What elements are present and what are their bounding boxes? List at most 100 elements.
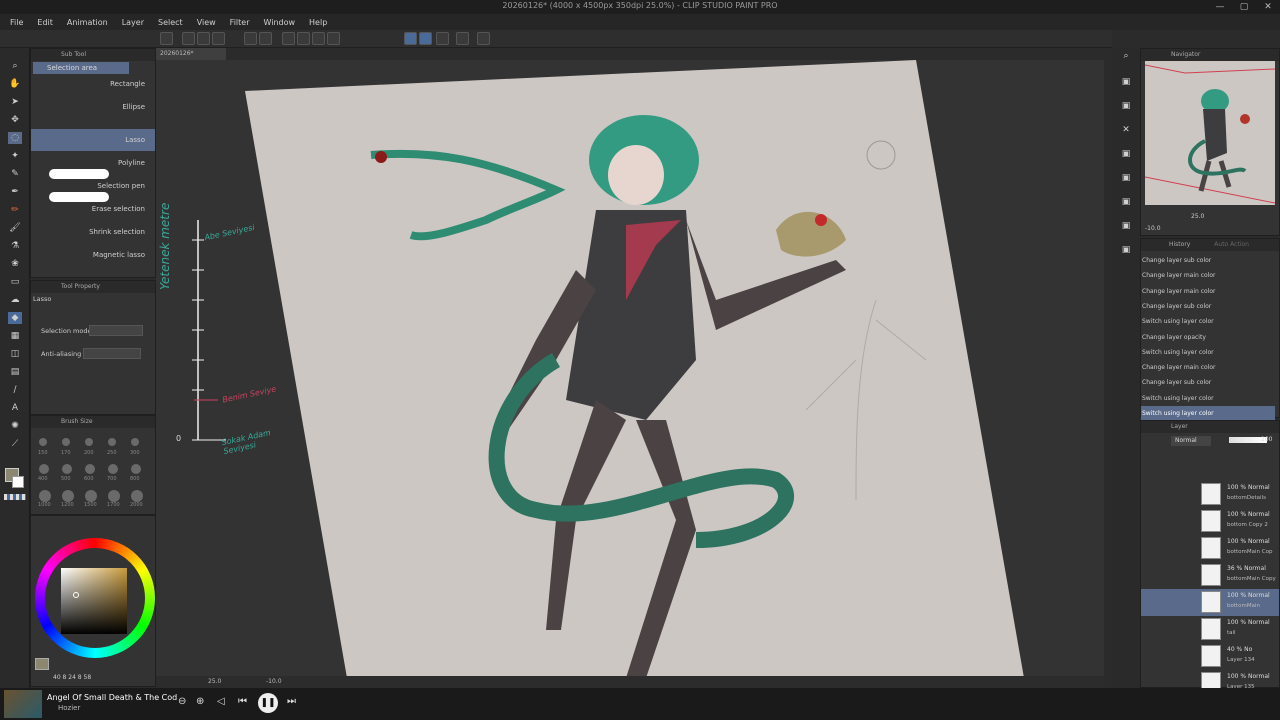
history-item[interactable]: Switch using layer color — [1141, 314, 1275, 329]
anti-aliasing-buttons[interactable] — [83, 348, 141, 359]
brush-size-preset[interactable] — [39, 438, 47, 446]
layer-row[interactable]: 40 % No Layer 134 — [1141, 643, 1279, 670]
menu-filter[interactable]: Filter — [230, 18, 250, 27]
subtool-ellipse[interactable]: Ellipse — [31, 96, 155, 118]
minus-icon[interactable]: ⊖ — [178, 696, 186, 707]
subtool-magnetic-lasso[interactable]: Magnetic lasso — [31, 244, 155, 266]
new-file-icon[interactable] — [182, 32, 195, 45]
history-item[interactable]: Switch using layer color — [1141, 345, 1275, 360]
info-icon[interactable]: ▣ — [1119, 244, 1133, 256]
text-icon[interactable]: A — [8, 402, 22, 414]
figure-icon[interactable]: ◫ — [8, 348, 22, 360]
blend-icon[interactable]: ☁ — [8, 294, 22, 306]
layer-row[interactable]: 100 % Normal bottomMain Cop — [1141, 535, 1279, 562]
layer-row[interactable]: 100 % Normal tail — [1141, 616, 1279, 643]
brush-size-preset[interactable] — [85, 438, 93, 446]
layer-row[interactable]: 100 % Normal bottomDetails — [1141, 481, 1279, 508]
eraser-icon[interactable]: ▭ — [8, 276, 22, 288]
brush-size-preset[interactable] — [39, 464, 49, 474]
brush-size-preset[interactable] — [85, 464, 95, 474]
history-item[interactable]: Switch using layer color — [1141, 406, 1275, 421]
canvas-tab[interactable]: 20260126* — [156, 48, 226, 60]
selection-mode-buttons[interactable] — [89, 325, 143, 336]
saturation-value-square[interactable] — [61, 568, 127, 634]
gradient-icon[interactable]: ▦ — [8, 330, 22, 342]
layer-name[interactable]: Layer 134 — [1227, 657, 1255, 663]
layer-name[interactable]: tail — [1227, 630, 1236, 636]
history-item[interactable]: Change layer main color — [1141, 284, 1275, 299]
menu-select[interactable]: Select — [158, 18, 183, 27]
history-item[interactable]: Change layer sub color — [1141, 253, 1275, 268]
pencil-icon[interactable]: ✏ — [8, 204, 22, 216]
rewind-icon[interactable]: ◁ — [217, 696, 225, 707]
layer-row[interactable]: 36 % Normal bottomMain Copy — [1141, 562, 1279, 589]
brush-size-preset[interactable] — [85, 490, 97, 502]
menu-layer[interactable]: Layer — [122, 18, 144, 27]
layer-row[interactable]: 100 % Normal bottomMain — [1141, 589, 1279, 616]
layer-name[interactable]: bottomMain — [1227, 603, 1260, 609]
settings-icon[interactable] — [456, 32, 469, 45]
close-panel-icon[interactable]: ✕ — [1119, 124, 1133, 136]
fill-icon[interactable] — [312, 32, 325, 45]
brush-size-preset[interactable] — [108, 490, 120, 502]
frame-border-icon[interactable]: ▤ — [8, 366, 22, 378]
operation-icon[interactable]: ➤ — [8, 96, 22, 108]
brush-size-preset[interactable] — [62, 464, 72, 474]
airbrush-icon[interactable]: ⚗ — [8, 240, 22, 252]
minimize-button[interactable]: — — [1208, 0, 1232, 14]
balloon-icon[interactable]: ✺ — [8, 420, 22, 432]
history-item[interactable]: Switch using layer color — [1141, 391, 1275, 406]
blend-mode-select[interactable]: Normal — [1171, 436, 1211, 446]
transform-icon[interactable] — [327, 32, 340, 45]
snap-grid-icon[interactable] — [436, 32, 449, 45]
open-file-icon[interactable] — [197, 32, 210, 45]
layer-property-icon[interactable]: ▣ — [1119, 100, 1133, 112]
eyedropper-icon[interactable]: ✎ — [8, 168, 22, 180]
pen-icon[interactable]: ✒ — [8, 186, 22, 198]
history-item[interactable]: Change layer sub color — [1141, 299, 1275, 314]
undo-icon[interactable] — [244, 32, 257, 45]
brush-size-preset[interactable] — [131, 490, 143, 502]
brush-icon[interactable]: 🖌 — [8, 222, 22, 234]
transparent-color-swatch[interactable] — [4, 494, 26, 500]
tab-auto-action[interactable]: Auto Action — [1214, 241, 1249, 248]
clear-icon[interactable] — [282, 32, 295, 45]
menu-view[interactable]: View — [197, 18, 216, 27]
move-layer-icon[interactable]: ✥ — [8, 114, 22, 126]
brush-size-preset[interactable] — [131, 464, 141, 474]
layer-row[interactable]: 100 % Normal bottom Copy 2 — [1141, 508, 1279, 535]
subtool-shrink-selection[interactable]: Shrink selection — [31, 221, 155, 243]
layer-name[interactable]: bottomMain Cop — [1227, 549, 1272, 555]
snap-special-ruler-icon[interactable] — [419, 32, 432, 45]
next-icon[interactable]: ⏭ — [287, 696, 296, 707]
item-bank-icon[interactable]: ▣ — [1119, 172, 1133, 184]
plus-icon[interactable]: ⊕ — [196, 696, 204, 707]
redo-icon[interactable] — [259, 32, 272, 45]
brush-size-preset[interactable] — [39, 490, 51, 502]
maximize-button[interactable]: ▢ — [1232, 0, 1256, 14]
hand-icon[interactable]: ✋ — [8, 78, 22, 90]
clear-outside-icon[interactable] — [297, 32, 310, 45]
history-item[interactable]: Change layer opacity — [1141, 330, 1275, 345]
sub-view-icon[interactable]: ▣ — [1119, 148, 1133, 160]
snap-ruler-icon[interactable] — [404, 32, 417, 45]
timeline-icon[interactable]: ▣ — [1119, 196, 1133, 208]
history-item[interactable]: Change layer main color — [1141, 360, 1275, 375]
layer-name[interactable]: bottom Copy 2 — [1227, 522, 1268, 528]
brush-size-preset[interactable] — [131, 438, 139, 446]
navigator-preview[interactable] — [1144, 61, 1276, 205]
layer-name[interactable]: bottomMain Copy — [1227, 576, 1276, 582]
brush-size-preset[interactable] — [62, 490, 74, 502]
subtool-rectangle[interactable]: Rectangle — [31, 73, 155, 95]
close-button[interactable]: ✕ — [1256, 0, 1280, 14]
companion-icon[interactable] — [477, 32, 490, 45]
subtool-lasso[interactable]: Lasso — [31, 129, 155, 151]
animation-cels-icon[interactable]: ▣ — [1119, 220, 1133, 232]
brush-size-preset[interactable] — [108, 438, 116, 446]
brush-size-preset[interactable] — [62, 438, 70, 446]
menu-help[interactable]: Help — [309, 18, 327, 27]
canvas-area[interactable]: Yetenek metre Abe Seviyesi Benim Seviye … — [156, 60, 1104, 678]
sub-color-swatch[interactable] — [12, 476, 24, 488]
selection-icon[interactable]: ◌ — [8, 132, 22, 144]
brush-size-preset[interactable] — [108, 464, 118, 474]
